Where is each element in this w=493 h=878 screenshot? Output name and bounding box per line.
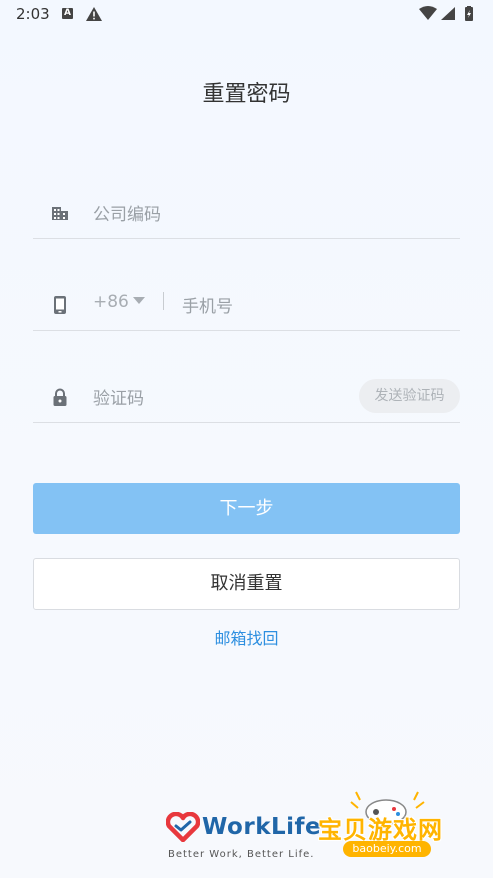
page-title: 重置密码 bbox=[202, 82, 291, 107]
send-code-button[interactable]: 发送验证码 bbox=[359, 379, 460, 413]
building-icon bbox=[52, 207, 68, 220]
status-time: 2:03 bbox=[16, 5, 50, 23]
wifi-icon bbox=[419, 6, 437, 20]
phone-placeholder: 手机号 bbox=[182, 297, 233, 317]
watermark-url: baobeiy.com bbox=[343, 841, 431, 857]
verification-code-field[interactable]: 验证码 发送验证码 bbox=[33, 362, 460, 423]
signal-icon bbox=[441, 7, 455, 20]
worklife-logo-icon bbox=[166, 812, 200, 842]
chevron-down-icon[interactable] bbox=[133, 297, 145, 304]
divider bbox=[163, 292, 164, 310]
phone-icon bbox=[54, 296, 66, 314]
phone-field[interactable]: +86 手机号 bbox=[33, 270, 460, 331]
company-code-field[interactable]: 公司编码 bbox=[33, 178, 460, 239]
notification-letter: A bbox=[64, 8, 71, 18]
warning-icon bbox=[86, 7, 102, 21]
brand-name: WorkLife bbox=[202, 814, 322, 840]
verification-code-placeholder: 验证码 bbox=[93, 389, 144, 409]
brand-tagline: Better Work, Better Life. bbox=[168, 849, 315, 860]
company-code-placeholder: 公司编码 bbox=[93, 205, 161, 225]
watermark-text: 宝贝游戏网 bbox=[318, 816, 443, 844]
cancel-reset-button[interactable]: 取消重置 bbox=[33, 558, 460, 610]
notification-a-icon: A bbox=[62, 8, 73, 19]
next-button[interactable]: 下一步 bbox=[33, 483, 460, 534]
status-icons bbox=[419, 6, 473, 21]
country-code[interactable]: +86 bbox=[93, 292, 129, 312]
battery-icon bbox=[465, 6, 473, 21]
email-recovery-link[interactable]: 邮箱找回 bbox=[0, 625, 493, 649]
status-bar: 2:03 A bbox=[0, 0, 493, 30]
lock-icon bbox=[53, 388, 67, 406]
